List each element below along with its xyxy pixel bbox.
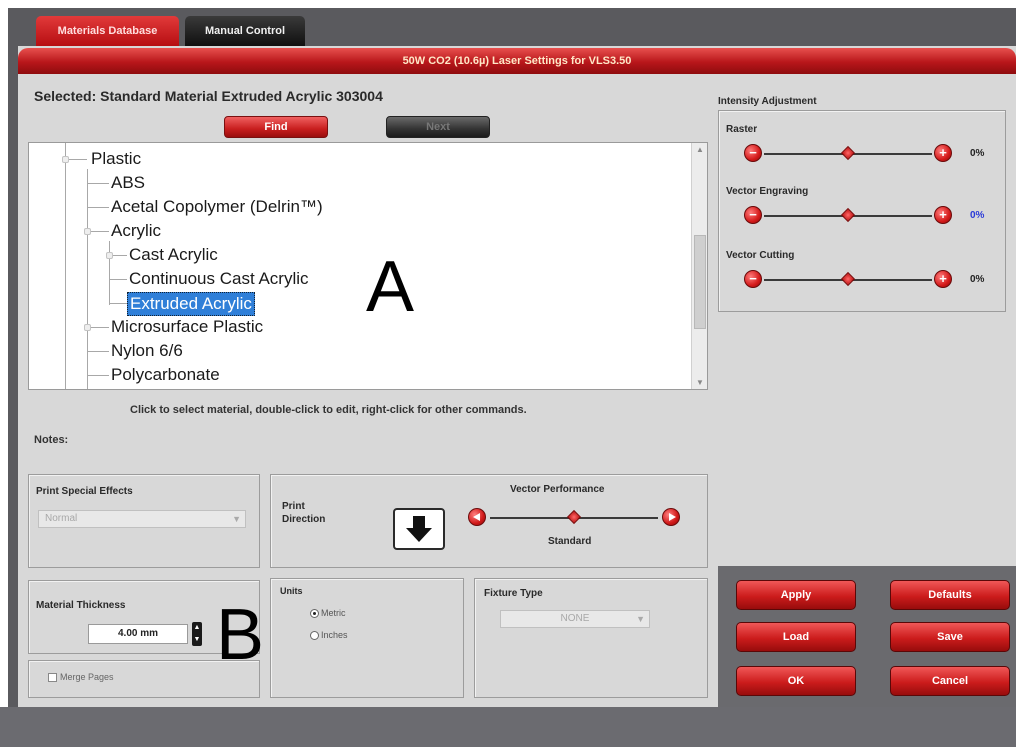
vector-performance-left-arrow-icon[interactable]	[468, 508, 486, 526]
tree-line	[87, 351, 109, 352]
next-button[interactable]: Next	[386, 116, 490, 138]
material-thickness-input[interactable]: 4.00 mm	[88, 624, 188, 644]
vector-engraving-decrease-button[interactable]: −	[744, 206, 762, 224]
selected-material-label: Selected: Standard Material Extruded Acr…	[34, 88, 383, 104]
tree-line	[65, 143, 66, 389]
vector-engraving-increase-button[interactable]: +	[934, 206, 952, 224]
tree-item-acetal[interactable]: Acetal Copolymer (Delrin™)	[111, 196, 323, 218]
tree-line	[109, 241, 110, 305]
tree-item-microsurface-plastic[interactable]: Microsurface Plastic	[111, 316, 263, 338]
tree-item-acrylic[interactable]: Acrylic	[111, 220, 161, 242]
scroll-down-icon[interactable]: ▼	[692, 378, 707, 387]
annotation-letter-a: A	[366, 247, 415, 327]
tree-line	[109, 279, 127, 280]
tree-item-plastic[interactable]: Plastic	[91, 148, 141, 170]
window-left-edge	[0, 0, 8, 747]
units-inches-radio[interactable]: Inches	[310, 630, 348, 640]
tree-item-nylon[interactable]: Nylon 6/6	[111, 340, 183, 362]
merge-pages-label: Merge Pages	[60, 672, 114, 682]
raster-percent: 0%	[970, 148, 985, 159]
spinner-up-icon[interactable]: ▲	[192, 622, 202, 634]
spinner-down-icon[interactable]: ▼	[192, 634, 202, 646]
expand-toggle-icon[interactable]	[84, 228, 91, 235]
window-title: 50W CO2 (10.6µ) Laser Settings for VLS3.…	[18, 48, 1016, 74]
find-button[interactable]: Find	[224, 116, 328, 138]
units-metric-radio[interactable]: Metric	[310, 608, 346, 618]
defaults-button[interactable]: Defaults	[890, 580, 1010, 610]
window-top-edge	[0, 0, 1016, 8]
expand-toggle-icon[interactable]	[106, 252, 113, 259]
vector-performance-title: Vector Performance	[510, 484, 605, 495]
print-effects-value: Normal	[45, 513, 78, 524]
raster-label: Raster	[726, 124, 758, 135]
chevron-down-icon: ▼	[636, 614, 645, 624]
units-title: Units	[280, 586, 303, 596]
fixture-type-value: NONE	[560, 613, 590, 624]
chevron-down-icon: ▼	[232, 514, 241, 524]
print-effects-title: Print Special Effects	[36, 486, 133, 497]
fixture-type-title: Fixture Type	[484, 588, 543, 599]
vector-cutting-decrease-button[interactable]: −	[744, 270, 762, 288]
tree-item-cast-acrylic[interactable]: Cast Acrylic	[129, 244, 218, 266]
vector-performance-right-arrow-icon[interactable]	[662, 508, 680, 526]
radio-icon[interactable]	[310, 630, 319, 640]
vector-engraving-label: Vector Engraving	[726, 186, 809, 197]
tree-item-continuous-cast-acrylic[interactable]: Continuous Cast Acrylic	[129, 268, 309, 290]
vector-cutting-label: Vector Cutting	[726, 250, 795, 261]
tree-scrollbar[interactable]: ▲ ▼	[691, 143, 707, 389]
merge-pages-checkbox[interactable]: Merge Pages	[48, 672, 114, 682]
tree-line	[87, 183, 109, 184]
print-effects-select[interactable]: Normal ▼	[38, 510, 246, 528]
tree-item-extruded-acrylic[interactable]: Extruded Acrylic	[127, 292, 255, 316]
units-panel	[270, 578, 464, 698]
expand-toggle-icon[interactable]	[62, 156, 69, 163]
raster-decrease-button[interactable]: −	[744, 144, 762, 162]
tree-item-abs[interactable]: ABS	[111, 172, 145, 194]
raster-increase-button[interactable]: +	[934, 144, 952, 162]
tree-line	[87, 207, 109, 208]
vector-cutting-increase-button[interactable]: +	[934, 270, 952, 288]
vector-cutting-percent: 0%	[970, 274, 985, 285]
apply-button[interactable]: Apply	[736, 580, 856, 610]
print-direction-title: Print Direction	[282, 501, 326, 525]
bottom-strip	[0, 707, 1016, 747]
fixture-type-select[interactable]: NONE ▼	[500, 610, 650, 628]
down-arrow-icon	[406, 516, 432, 542]
tab-manual-control[interactable]: Manual Control	[185, 16, 305, 46]
expand-toggle-icon[interactable]	[84, 324, 91, 331]
intensity-title: Intensity Adjustment	[718, 96, 817, 107]
vector-performance-value: Standard	[548, 536, 592, 547]
print-direction-button[interactable]	[393, 508, 445, 550]
tree-line	[87, 375, 109, 376]
tab-materials-database[interactable]: Materials Database	[36, 16, 179, 46]
radio-selected-icon[interactable]	[310, 608, 319, 618]
units-metric-label: Metric	[321, 608, 346, 618]
checkbox-icon[interactable]	[48, 672, 57, 682]
cancel-button[interactable]: Cancel	[890, 666, 1010, 696]
ok-button[interactable]: OK	[736, 666, 856, 696]
tree-line	[87, 169, 88, 389]
tree-line	[109, 303, 127, 304]
tree-item-polycarbonate[interactable]: Polycarbonate	[111, 364, 220, 386]
notes-label: Notes:	[34, 434, 69, 446]
material-thickness-title: Material Thickness	[36, 600, 126, 611]
vector-engraving-percent: 0%	[970, 210, 985, 221]
save-button[interactable]: Save	[890, 622, 1010, 652]
scroll-up-icon[interactable]: ▲	[692, 145, 707, 154]
load-button[interactable]: Load	[736, 622, 856, 652]
thickness-spinner[interactable]: ▲ ▼	[192, 622, 202, 646]
scroll-thumb[interactable]	[694, 235, 706, 329]
tree-hint-text: Click to select material, double-click t…	[130, 404, 527, 416]
units-inches-label: Inches	[321, 630, 348, 640]
